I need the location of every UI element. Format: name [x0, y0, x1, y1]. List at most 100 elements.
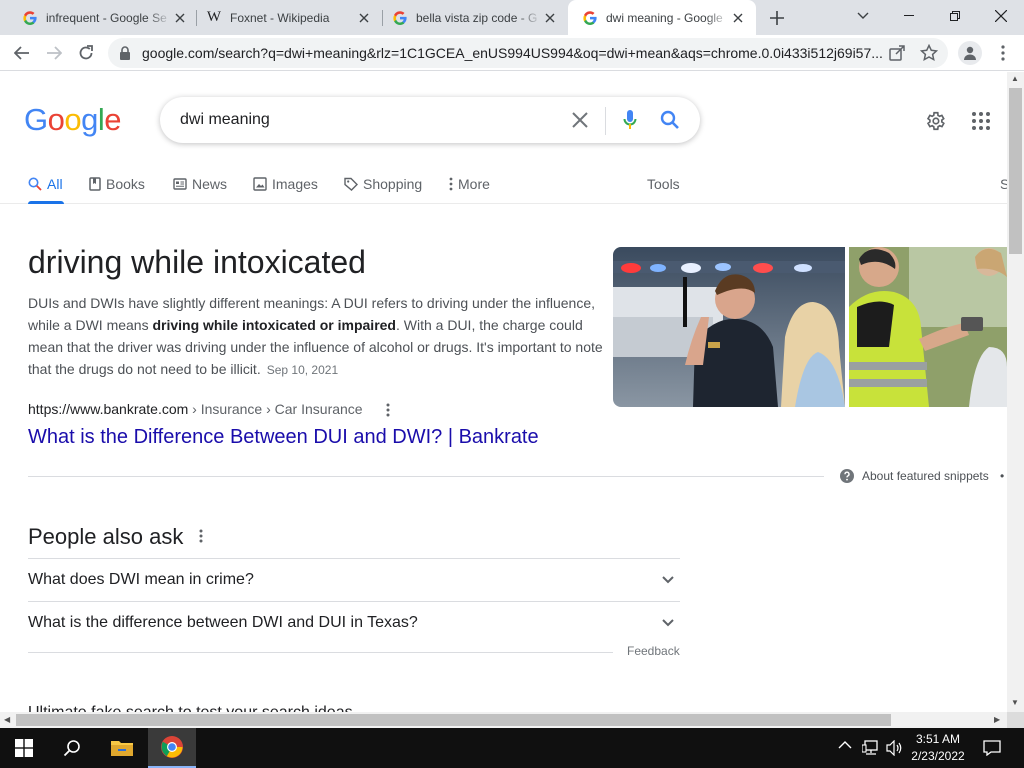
featured-snippet-title: driving while intoxicated: [28, 244, 366, 280]
google-g-icon: [392, 10, 408, 26]
search-submit-button[interactable]: [658, 108, 682, 132]
scroll-up-arrow[interactable]: ▲: [1011, 74, 1019, 83]
safesearch-button[interactable]: S: [1000, 172, 1007, 196]
scroll-down-arrow[interactable]: ▼: [1011, 698, 1019, 707]
profile-avatar[interactable]: [958, 41, 982, 65]
back-button[interactable]: [8, 39, 36, 67]
tools-button[interactable]: Tools: [647, 172, 680, 196]
browser-tab[interactable]: W Foxnet - Wikipedia: [192, 0, 382, 35]
scroll-right-arrow[interactable]: ▶: [994, 715, 1000, 724]
tab-news[interactable]: News: [173, 172, 227, 196]
arrow-left-icon: [14, 46, 29, 60]
safesearch-label: S: [1000, 176, 1007, 192]
close-icon[interactable]: [356, 10, 372, 26]
search-input[interactable]: [180, 109, 560, 131]
new-tab-button[interactable]: [766, 7, 788, 29]
horizontal-scroll-thumb[interactable]: [16, 714, 891, 726]
tab-all[interactable]: All: [28, 172, 63, 196]
snippet-image[interactable]: [849, 247, 1007, 407]
lock-icon: [119, 46, 131, 65]
google-g-icon: [582, 10, 598, 26]
minimize-icon: [904, 15, 914, 16]
taskbar-search-button[interactable]: [48, 728, 96, 768]
search-tabs: All Books News Images Shopping More Tool…: [0, 168, 1007, 204]
google-logo[interactable]: Google: [24, 102, 122, 138]
tab-books[interactable]: Books: [89, 172, 145, 196]
close-icon[interactable]: [172, 10, 188, 26]
help-icon: [840, 469, 854, 483]
forward-button[interactable]: [40, 39, 68, 67]
feedback-dot[interactable]: •: [1000, 469, 1004, 483]
question-text: What is the difference between DWI and D…: [28, 614, 418, 631]
apps-grid-icon: [972, 112, 990, 130]
search-divider: [605, 107, 606, 135]
bookmark-star-icon[interactable]: [919, 43, 939, 67]
clear-search-button[interactable]: [568, 108, 592, 132]
feedback-link[interactable]: Feedback: [627, 644, 680, 658]
address-bar[interactable]: google.com/search?q=dwi+meaning&rlz=1C1G…: [108, 38, 948, 68]
tab-label: News: [192, 176, 228, 192]
reload-icon: [79, 45, 93, 60]
partially-visible-heading: Ultimate fake search to test your search…: [28, 704, 353, 712]
browser-menu-button[interactable]: [993, 43, 1013, 63]
close-icon[interactable]: [730, 10, 746, 26]
minimize-button[interactable]: [886, 0, 932, 32]
browser-toolbar: google.com/search?q=dwi+meaning&rlz=1C1G…: [0, 35, 1024, 71]
result-cite[interactable]: https://www.bankrate.com › Insurance › C…: [28, 401, 363, 417]
network-icon[interactable]: [862, 740, 880, 756]
chevron-up-icon[interactable]: [838, 740, 852, 750]
question-text: What does DWI mean in crime?: [28, 571, 254, 588]
wikipedia-w-icon: W: [206, 9, 222, 25]
notification-icon: [983, 740, 1001, 756]
window-close-button[interactable]: [978, 0, 1024, 32]
start-button[interactable]: [0, 728, 48, 768]
plus-icon: [770, 11, 784, 25]
folder-icon: [111, 741, 133, 756]
browser-tab[interactable]: infrequent - Google Se: [8, 0, 198, 35]
tab-title: infrequent - Google Se: [46, 10, 167, 25]
tab-search-button[interactable]: [840, 0, 886, 32]
chevron-down-icon: [857, 12, 869, 19]
vertical-scrollbar[interactable]: ▲ ▼: [1007, 72, 1024, 712]
voice-search-button[interactable]: [618, 108, 642, 132]
restore-button[interactable]: [932, 0, 978, 32]
horizontal-scrollbar[interactable]: ◀ ▶: [0, 712, 1007, 728]
tab-title: Foxnet - Wikipedia: [230, 10, 330, 25]
tab-title: bella vista zip code - G: [416, 10, 538, 25]
volume-icon[interactable]: [886, 740, 904, 756]
action-center-button[interactable]: [980, 736, 1004, 760]
google-apps-button[interactable]: [968, 108, 994, 134]
chrome-taskbar-button[interactable]: [148, 728, 196, 768]
close-icon[interactable]: [542, 10, 558, 26]
about-featured-snippets-link[interactable]: About featured snippets: [840, 469, 989, 483]
divider: [28, 476, 824, 477]
clock-date: 2/23/2022: [911, 749, 965, 763]
reload-button[interactable]: [72, 39, 100, 67]
system-clock[interactable]: 3:51 AM 2/23/2022: [906, 731, 970, 765]
people-also-ask-question[interactable]: What is the difference between DWI and D…: [28, 601, 680, 644]
tab-shopping[interactable]: Shopping: [344, 172, 422, 196]
vertical-scroll-thumb[interactable]: [1009, 88, 1022, 254]
tab-label: Shopping: [363, 176, 423, 192]
people-also-ask-options[interactable]: [193, 527, 209, 545]
logo-letter: G: [24, 102, 48, 137]
settings-button[interactable]: [922, 108, 948, 134]
snippet-image[interactable]: [613, 247, 845, 407]
windows-logo-icon: [15, 739, 33, 757]
windows-taskbar: 3:51 AM 2/23/2022: [0, 728, 1024, 768]
browser-tab-active[interactable]: dwi meaning - Google: [568, 0, 756, 35]
featured-snippet-text: DUIs and DWIs have slightly different me…: [28, 292, 613, 381]
scroll-left-arrow[interactable]: ◀: [4, 715, 10, 724]
tab-images[interactable]: Images: [253, 172, 318, 196]
people-also-ask-question[interactable]: What does DWI mean in crime?: [28, 558, 680, 601]
more-vert-icon: [1001, 45, 1005, 61]
file-explorer-button[interactable]: [98, 728, 146, 768]
browser-tab[interactable]: bella vista zip code - G: [378, 0, 568, 35]
result-title-link[interactable]: What is the Difference Between DUI and D…: [28, 426, 539, 449]
book-icon: [89, 177, 101, 191]
tab-label: All: [47, 176, 63, 192]
people-also-ask-title: People also ask: [28, 524, 184, 549]
result-options-button[interactable]: [380, 401, 396, 419]
share-icon[interactable]: [888, 44, 906, 67]
tab-more[interactable]: More: [449, 172, 490, 196]
